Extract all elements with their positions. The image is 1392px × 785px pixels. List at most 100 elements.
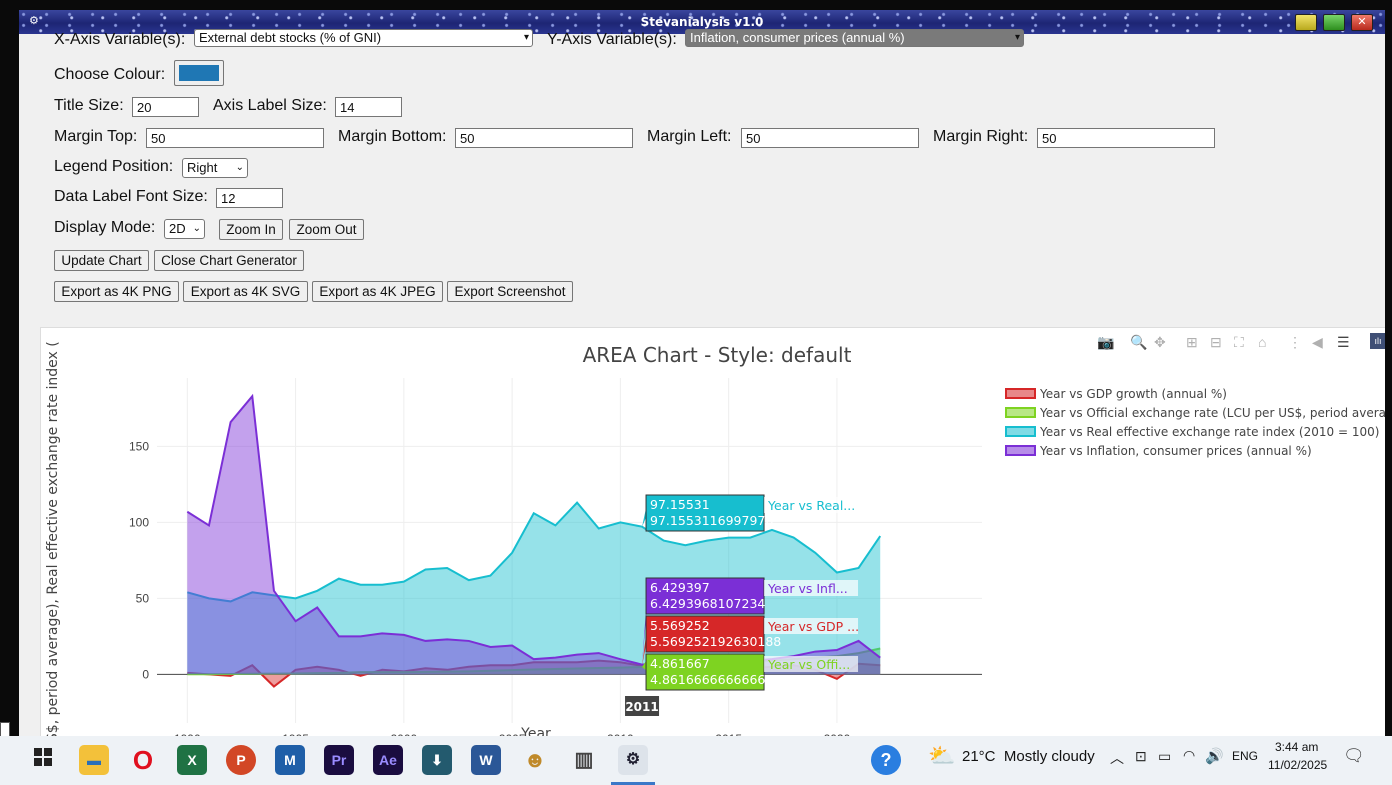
opera-icon[interactable]: O	[128, 745, 158, 775]
form-top-overlap	[19, 20, 1385, 34]
y-axis-title: U per US$, period average), Real effecti…	[45, 341, 61, 736]
hover-series-name: Year vs GDP ...	[767, 619, 859, 634]
axis-label-size-label: Axis Label Size:	[213, 97, 327, 114]
hover-value-full: 97.1553116997976	[650, 513, 773, 528]
export-png-button[interactable]: Export as 4K PNG	[54, 281, 179, 302]
margin-left-input[interactable]: 50	[741, 128, 919, 148]
legend-swatch	[1005, 445, 1036, 456]
display-mode-select[interactable]: 2D ⌄	[164, 219, 205, 239]
margin-right-input[interactable]: 50	[1037, 128, 1215, 148]
notifications-icon[interactable]: 🗨	[1343, 746, 1365, 766]
zoom-out-icon[interactable]: ⊟	[1210, 334, 1222, 351]
pan-icon[interactable]: ✥	[1154, 334, 1166, 351]
after-effects-icon[interactable]: Ae	[373, 745, 403, 775]
hover-x-label: 2011	[625, 700, 658, 714]
file-explorer-icon[interactable]: ▬	[79, 745, 109, 775]
maps-icon[interactable]: M	[275, 745, 305, 775]
legend-position-select[interactable]: Right ⌄	[182, 158, 248, 178]
y-tick-label: 50	[136, 591, 150, 605]
hover-value: 4.861667	[650, 656, 710, 671]
legend-position-value: Right	[187, 160, 218, 175]
capcut-icon[interactable]: ⬇	[422, 745, 452, 775]
title-size-label: Title Size:	[54, 97, 124, 114]
legend-label: Year vs Real effective exchange rate ind…	[1039, 425, 1379, 439]
close-chart-generator-button[interactable]: Close Chart Generator	[154, 250, 304, 271]
margin-top-label: Margin Top:	[54, 128, 138, 145]
meet-now-icon[interactable]: ⊡	[1135, 748, 1147, 765]
hover-compare-icon[interactable]: ☰	[1337, 334, 1350, 351]
start-button[interactable]	[34, 748, 52, 766]
premiere-icon[interactable]: Pr	[324, 745, 354, 775]
home-icon[interactable]: ⌂	[1258, 334, 1266, 350]
area-chart[interactable]: 1990199520002005201020152020050100150ARE…	[41, 328, 1385, 736]
export-svg-button[interactable]: Export as 4K SVG	[183, 281, 308, 302]
hover-value: 97.15531	[650, 497, 710, 512]
word-icon[interactable]: W	[471, 745, 501, 775]
clock-date[interactable]: 11/02/2025	[1268, 758, 1327, 772]
y-tick-label: 0	[142, 667, 149, 681]
title-size-input[interactable]: 20	[132, 97, 199, 117]
hover-value: 6.429397	[650, 580, 710, 595]
clock-time[interactable]: 3:44 am	[1275, 740, 1318, 754]
legend-label: Year vs GDP growth (annual %)	[1039, 387, 1227, 401]
legend-swatch	[1005, 426, 1036, 437]
chart-container[interactable]: 1990199520002005201020152020050100150ARE…	[40, 327, 1385, 736]
y-tick-label: 150	[129, 439, 149, 453]
margin-right-label: Margin Right:	[933, 128, 1029, 145]
export-screenshot-button[interactable]: Export Screenshot	[447, 281, 573, 302]
tray-chevron-icon[interactable]: ︿	[1110, 748, 1124, 768]
books-app-icon[interactable]: ▥	[569, 745, 599, 775]
mascot-app-icon[interactable]: ☻	[520, 745, 550, 775]
margin-bottom-input[interactable]: 50	[455, 128, 633, 148]
legend-label: Year vs Inflation, consumer prices (annu…	[1039, 444, 1312, 458]
hover-value-full: 5.569252192630188	[650, 634, 781, 649]
data-label-font-label: Data Label Font Size:	[54, 188, 208, 205]
legend-position-label: Legend Position:	[54, 158, 174, 175]
update-chart-button[interactable]: Update Chart	[54, 250, 149, 271]
axis-label-size-input[interactable]: 14	[335, 97, 402, 117]
data-label-font-input[interactable]: 12	[216, 188, 283, 208]
volume-icon[interactable]: 🔊	[1205, 747, 1224, 765]
margin-top-input[interactable]: 50	[146, 128, 324, 148]
language-indicator[interactable]: ENG	[1232, 749, 1258, 763]
x-axis-title: Year	[520, 726, 551, 736]
zoom-out-button[interactable]: Zoom Out	[289, 219, 364, 240]
app-window: ⚙ Stevanialysis v1.0 ✕ X-Axis Variable(s…	[19, 10, 1385, 736]
chart-title: AREA Chart - Style: default	[583, 343, 852, 367]
help-icon[interactable]: ?	[871, 745, 901, 775]
weather-icon[interactable]: ⛅	[928, 743, 955, 769]
battery-icon[interactable]: ▭	[1158, 748, 1171, 765]
legend-swatch	[1005, 407, 1036, 418]
spike-lines-icon[interactable]: ⋮	[1288, 334, 1302, 351]
hover-series-name: Year vs Real...	[767, 498, 855, 513]
hover-value: 5.569252	[650, 618, 710, 633]
weather-text[interactable]: 21°C Mostly cloudy	[962, 748, 1095, 765]
hover-series-name: Year vs Offi...	[767, 657, 850, 672]
hover-series-name: Year vs Infl...	[767, 581, 848, 596]
export-jpeg-button[interactable]: Export as 4K JPEG	[312, 281, 443, 302]
legend-label: Year vs Official exchange rate (LCU per …	[1039, 406, 1385, 420]
hover-value-full: 6.4293968107234	[650, 596, 765, 611]
taskbar: ▬ O X P M Pr Ae ⬇ W ☻ ▥ ⚙ ? ⛅ 21°C Mostl…	[0, 736, 1392, 785]
chevron-down-icon: ⌄	[235, 162, 244, 173]
zoom-in-button[interactable]: Zoom In	[219, 219, 283, 240]
display-mode-value: 2D	[169, 221, 186, 236]
chevron-down-icon: ⌄	[192, 223, 201, 234]
colour-label: Choose Colour:	[54, 66, 166, 83]
y-tick-label: 100	[129, 515, 149, 529]
plotly-logo-icon[interactable]: ılı	[1370, 333, 1385, 349]
colour-swatch	[179, 65, 219, 81]
margin-left-label: Margin Left:	[647, 128, 732, 145]
camera-icon[interactable]: 📷	[1097, 334, 1114, 351]
zoom-icon[interactable]: 🔍	[1130, 334, 1147, 351]
legend-swatch	[1005, 388, 1036, 399]
active-app-icon[interactable]: ⚙	[618, 745, 648, 775]
powerpoint-icon[interactable]: P	[226, 745, 256, 775]
margin-bottom-label: Margin Bottom:	[338, 128, 447, 145]
zoom-in-icon[interactable]: ⊞	[1186, 334, 1198, 351]
autoscale-icon[interactable]: ⛶	[1234, 334, 1244, 351]
hover-closest-icon[interactable]: ◀	[1312, 334, 1323, 351]
excel-icon[interactable]: X	[177, 745, 207, 775]
wifi-icon[interactable]: ◠	[1183, 747, 1195, 764]
colour-picker[interactable]	[174, 60, 224, 86]
